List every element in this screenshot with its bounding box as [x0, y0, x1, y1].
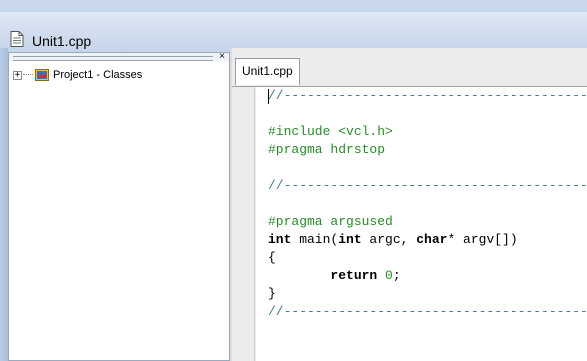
code-line-main[interactable]: int main(int argc, char* argv[]) — [268, 232, 518, 250]
close-icon[interactable]: × — [217, 52, 227, 62]
code-line[interactable]: #pragma argsused — [268, 214, 393, 232]
code-text: * argv[]) — [447, 232, 518, 247]
window-title: Unit1.cpp — [32, 33, 92, 49]
class-explorer-panel[interactable]: × + Project1 - Classes — [8, 52, 230, 361]
keyword-return: return — [330, 268, 378, 283]
code-text: main( — [291, 232, 339, 247]
title-bar[interactable]: Unit1.cpp — [0, 12, 587, 49]
tree-connector — [23, 74, 33, 76]
editor-tab-bar: Unit1.cpp — [232, 48, 587, 87]
code-line[interactable]: #pragma hdrstop — [268, 142, 385, 160]
expand-icon[interactable]: + — [13, 70, 22, 80]
code-line[interactable]: //--------------------------------------… — [268, 304, 587, 322]
code-text: ; — [392, 268, 401, 283]
keyword-char: char — [416, 232, 448, 247]
gutter-divider — [254, 87, 255, 361]
editor-gutter[interactable] — [232, 87, 256, 361]
tree-item-label: Project1 - Classes — [53, 69, 143, 81]
tree-item-project[interactable]: + Project1 - Classes — [13, 67, 142, 83]
document-icon — [10, 31, 24, 47]
panel-grip-bar[interactable]: × — [9, 52, 229, 62]
code-line-return[interactable]: return 0; — [268, 268, 401, 286]
number-literal: 0 — [385, 268, 393, 283]
grip-handle[interactable] — [13, 56, 213, 61]
code-line[interactable]: //--------------------------------------… — [268, 88, 587, 106]
code-line[interactable]: #include <vcl.h> — [268, 124, 393, 142]
code-line[interactable]: //--------------------------------------… — [268, 178, 587, 196]
code-editor[interactable]: Unit1.cpp //----------------------------… — [232, 48, 587, 361]
tab-unit1-cpp[interactable]: Unit1.cpp — [235, 58, 300, 85]
window-left-border — [0, 48, 8, 361]
project-icon — [35, 69, 49, 81]
keyword-int: int — [338, 232, 362, 247]
keyword-int: int — [268, 232, 292, 247]
code-line[interactable]: { — [268, 250, 276, 268]
code-text: argc, — [361, 232, 417, 247]
text-caret — [268, 89, 269, 104]
code-line[interactable]: } — [268, 286, 276, 304]
